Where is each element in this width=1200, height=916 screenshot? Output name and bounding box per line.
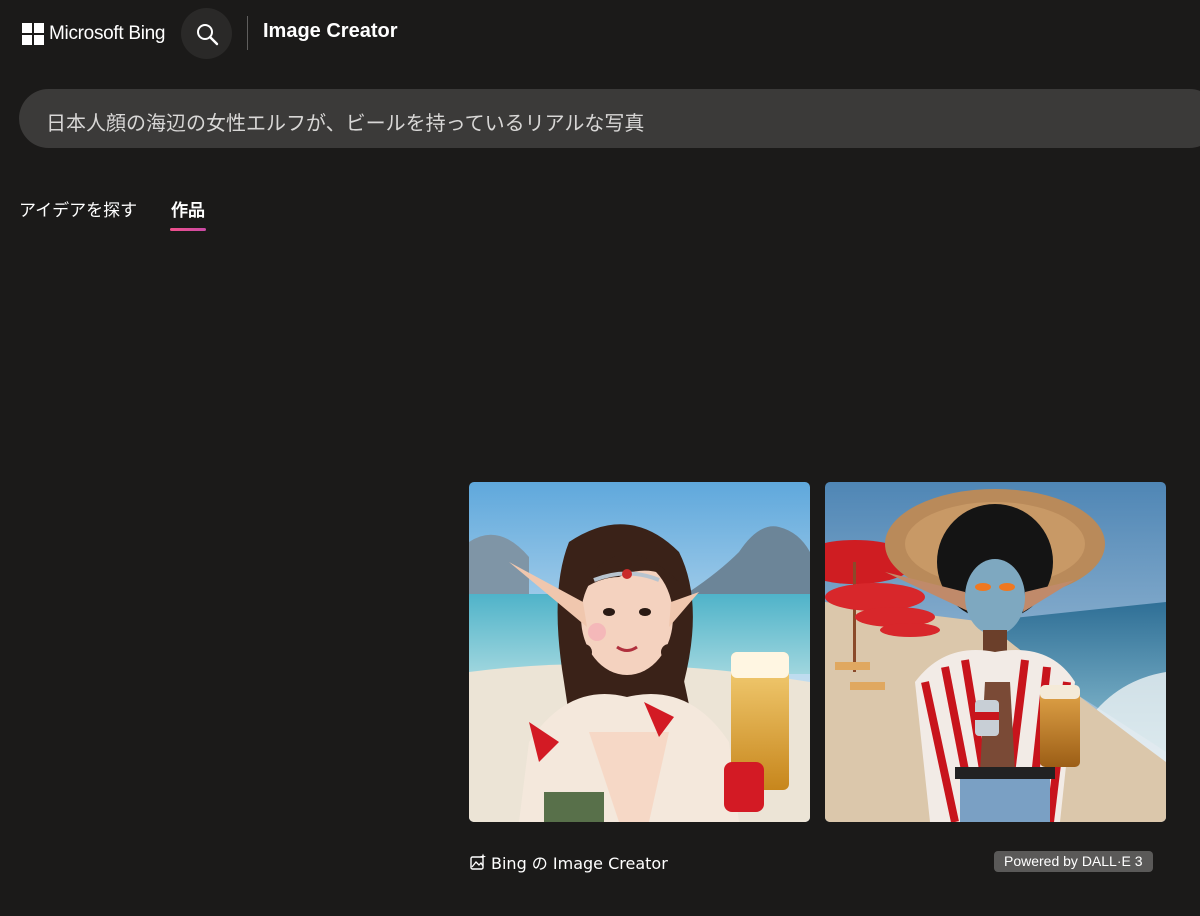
app-title[interactable]: Image Creator [263,20,398,43]
generated-image-2[interactable] [825,482,1166,822]
generated-image-2-graphic [825,482,1166,822]
bing-logo[interactable]: Microsoft Bing [22,22,165,46]
image-sparkle-icon [469,853,487,871]
powered-by-badge: Powered by DALL·E 3 [994,851,1153,872]
prompt-input[interactable]: 日本人顔の海辺の女性エルフが、ビールを持っているリアルな写真 [19,89,1200,148]
search-icon [196,23,218,45]
windows-logo-icon [22,23,44,45]
tab-explore-ideas[interactable]: アイデアを探す [19,196,137,221]
active-tab-indicator [170,228,206,231]
image-creator-label-text: Bing の Image Creator [491,854,668,873]
search-button[interactable] [181,8,232,59]
header: Microsoft Bing Image Creator [0,0,1200,68]
generated-image-1[interactable] [469,482,810,822]
prompt-text[interactable]: 日本人顔の海辺の女性エルフが、ビールを持っているリアルな写真 [46,107,644,136]
brand-name: Microsoft Bing [49,23,166,44]
tab-creations[interactable]: 作品 [171,196,205,221]
image-creator-label[interactable]: Bing の Image Creator [469,850,668,874]
header-divider [247,16,248,50]
generated-image-1-graphic [469,482,810,822]
